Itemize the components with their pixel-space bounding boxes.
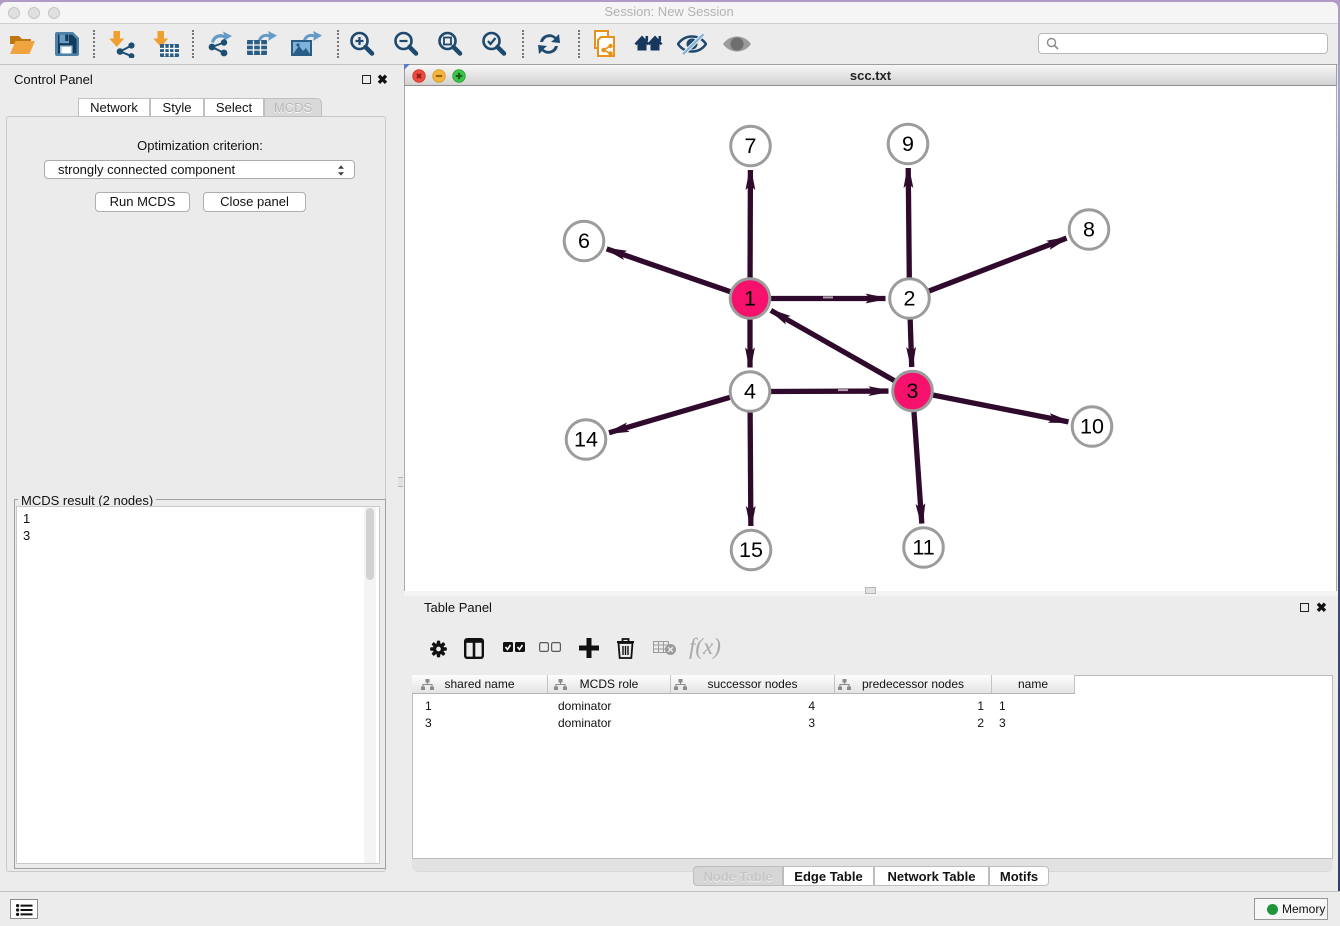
svg-text:11: 11 (912, 536, 934, 560)
svg-text:10: 10 (1080, 415, 1104, 439)
svg-text:4: 4 (744, 380, 756, 404)
svg-text:2: 2 (904, 287, 916, 311)
svg-text:1: 1 (744, 287, 756, 311)
svg-text:8: 8 (1083, 218, 1095, 242)
svg-text:7: 7 (745, 134, 757, 158)
svg-text:3: 3 (907, 379, 919, 403)
svg-text:14: 14 (574, 428, 598, 452)
svg-text:9: 9 (902, 132, 914, 156)
svg-text:6: 6 (578, 229, 590, 253)
svg-text:15: 15 (739, 538, 763, 562)
